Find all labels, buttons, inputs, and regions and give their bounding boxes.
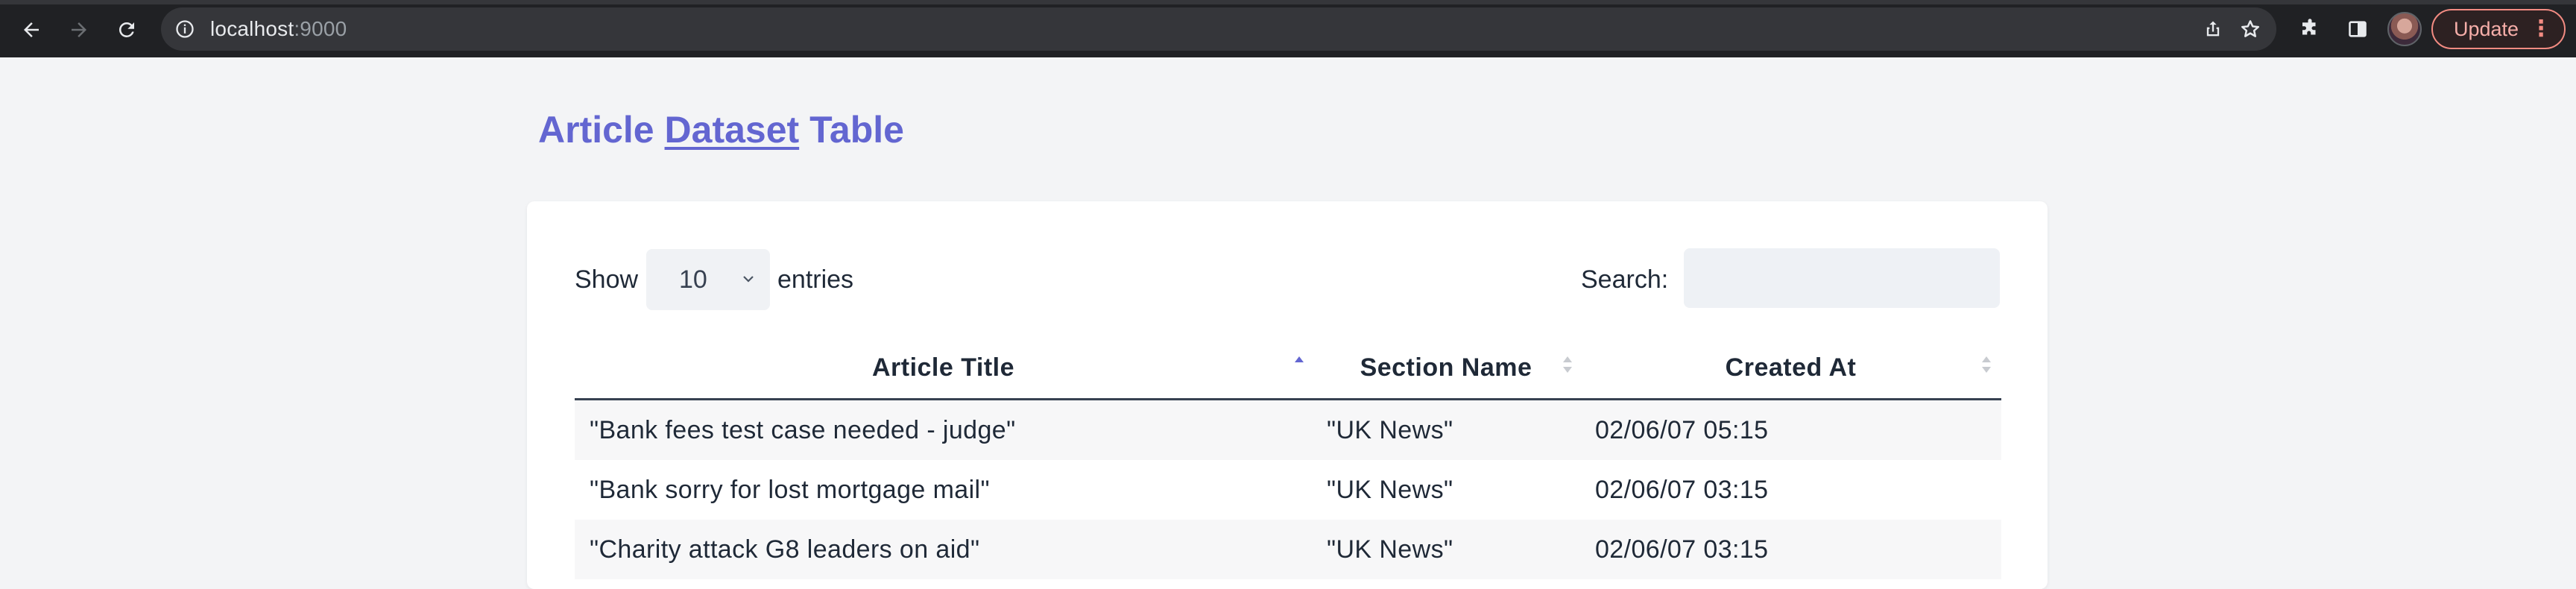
sort-unsorted-icon	[1563, 356, 1572, 373]
cell-created-at: 02/06/07 03:15	[1580, 460, 2001, 520]
reload-icon	[119, 22, 134, 37]
browser-toolbar: localhost:9000 Update ⋮	[0, 0, 2576, 57]
url-host: localhost	[210, 17, 294, 40]
extensions-button[interactable]	[2296, 15, 2324, 43]
back-button[interactable]	[15, 13, 48, 46]
articles-table: Article Title Section Name Created At "B…	[575, 337, 2001, 579]
sort-unsorted-icon	[1982, 356, 1991, 373]
table-card: Show 10 entries Search: Article Title Se…	[527, 201, 2048, 589]
url-port: :9000	[294, 17, 347, 40]
table-header-row: Article Title Section Name Created At	[575, 337, 2001, 400]
column-header-section-name[interactable]: Section Name	[1312, 337, 1580, 400]
cell-created-at: 02/06/07 05:15	[1580, 399, 2001, 460]
reload-button[interactable]	[110, 13, 143, 46]
forward-icon	[72, 22, 86, 37]
info-icon[interactable]	[174, 19, 195, 40]
cell-created-at: 02/06/07 03:15	[1580, 520, 2001, 579]
table-row[interactable]: "Bank fees test case needed - judge" "UK…	[575, 399, 2001, 460]
avatar[interactable]	[2387, 12, 2422, 46]
bookmark-star-icon	[2241, 20, 2259, 37]
back-icon	[24, 22, 39, 37]
dataset-link[interactable]: Dataset	[665, 109, 800, 151]
table-row[interactable]: "Bank sorry for lost mortgage mail" "UK …	[575, 460, 2001, 520]
search-label: Search:	[1581, 265, 1669, 294]
address-bar[interactable]: localhost:9000	[161, 7, 2276, 51]
column-header-created-at[interactable]: Created At	[1580, 337, 2001, 400]
column-header-article-title[interactable]: Article Title	[575, 337, 1312, 400]
update-button[interactable]: Update ⋮	[2431, 9, 2566, 49]
cell-section-name: "UK News"	[1312, 399, 1580, 460]
chevron-down-icon	[743, 276, 754, 283]
column-header-label: Section Name	[1360, 353, 1532, 382]
extensions-icon	[2302, 19, 2316, 35]
table-row[interactable]: "Charity attack G8 leaders on aid" "UK N…	[575, 520, 2001, 579]
show-label: Show	[575, 265, 639, 294]
page-title: Article Dataset Table	[538, 107, 904, 152]
entries-label: entries	[777, 265, 854, 294]
entries-select[interactable]: 10	[646, 249, 770, 310]
url-text: localhost:9000	[210, 18, 347, 40]
search-input[interactable]	[1684, 248, 2000, 308]
side-panel-icon	[2349, 21, 2367, 37]
title-word-table: Table	[809, 109, 904, 151]
cell-section-name: "UK News"	[1312, 520, 1580, 579]
title-word-article: Article	[538, 109, 654, 151]
cell-article-title: "Charity attack G8 leaders on aid"	[575, 520, 1312, 579]
sort-ascending-icon	[1295, 356, 1304, 362]
cell-section-name: "UK News"	[1312, 460, 1580, 520]
share-button[interactable]	[2199, 15, 2227, 43]
side-panel-button[interactable]	[2343, 15, 2372, 43]
cell-article-title: "Bank sorry for lost mortgage mail"	[575, 460, 1312, 520]
tab-strip	[0, 0, 2576, 4]
forward-button[interactable]	[63, 13, 95, 46]
bookmark-button[interactable]	[2236, 15, 2264, 43]
entries-select-value: 10	[679, 265, 707, 294]
update-label: Update	[2454, 18, 2519, 40]
cell-article-title: "Bank fees test case needed - judge"	[575, 399, 1312, 460]
column-header-label: Article Title	[871, 353, 1015, 382]
share-icon	[2206, 21, 2220, 37]
more-menu-icon[interactable]: ⋮	[2530, 10, 2552, 48]
column-header-label: Created At	[1725, 353, 1857, 382]
